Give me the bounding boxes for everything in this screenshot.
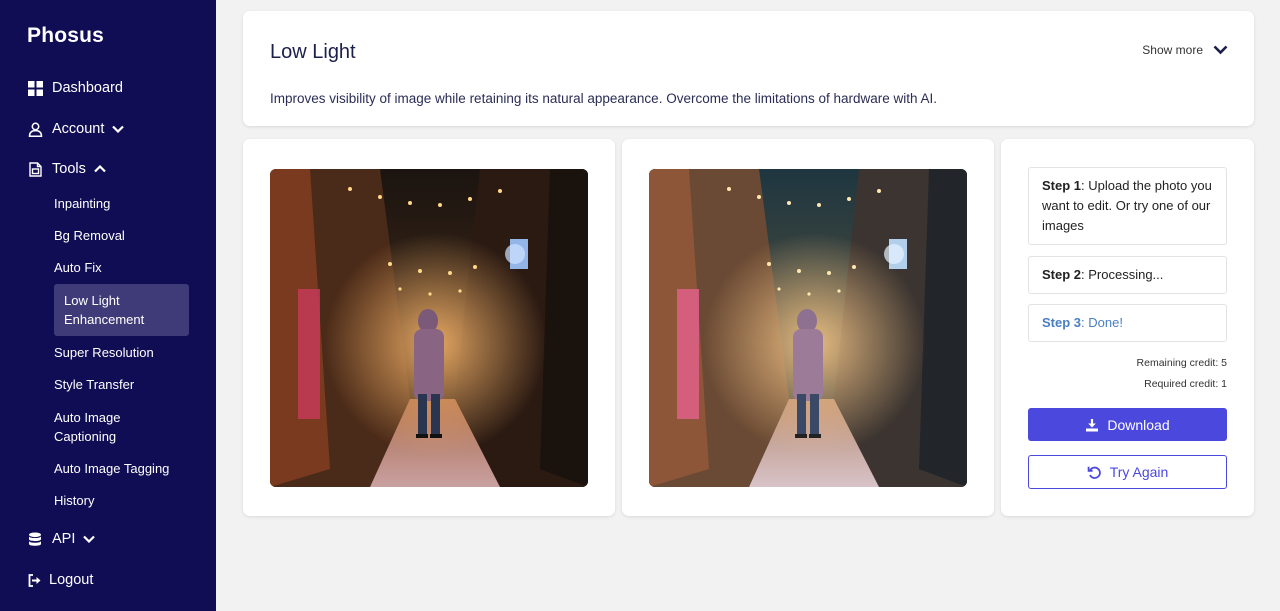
original-image-card	[243, 139, 615, 516]
steps-panel: Step 1: Upload the photo you want to edi…	[1001, 139, 1254, 516]
step-1-label: Step 1	[1042, 178, 1082, 193]
file-icon	[27, 161, 43, 177]
undo-icon	[1087, 465, 1102, 480]
original-image	[270, 169, 588, 487]
page-description: Improves visibility of image while retai…	[270, 91, 938, 106]
sidebar-item-inpainting[interactable]: Inpainting	[54, 194, 110, 213]
chevron-down-icon	[112, 125, 125, 133]
download-icon	[1085, 418, 1099, 432]
show-more-label: Show more	[1142, 43, 1203, 57]
sidebar-item-auto-fix[interactable]: Auto Fix	[54, 258, 102, 277]
step-2: Step 2: Processing...	[1028, 256, 1227, 294]
show-more-button[interactable]: Show more	[1142, 43, 1228, 57]
remaining-credit: Remaining credit: 5	[1136, 357, 1227, 369]
page-title: Low Light	[270, 41, 356, 63]
nav-logout-label: Logout	[49, 572, 94, 588]
sidebar-item-history[interactable]: History	[54, 491, 94, 510]
download-button[interactable]: Download	[1028, 408, 1227, 441]
nav-tools-label: Tools	[52, 161, 86, 177]
sidebar-item-auto-image-tagging[interactable]: Auto Image Tagging	[54, 459, 169, 478]
chevron-up-icon	[94, 165, 106, 173]
nav-dashboard-label: Dashboard	[52, 80, 123, 96]
step-3-label: Step 3	[1042, 315, 1082, 330]
database-icon	[27, 531, 43, 547]
logout-icon	[27, 572, 43, 588]
step-1: Step 1: Upload the photo you want to edi…	[1028, 167, 1227, 245]
sidebar-item-bg-removal[interactable]: Bg Removal	[54, 226, 125, 245]
chevron-down-icon	[1213, 45, 1228, 55]
nav-dashboard[interactable]: Dashboard	[27, 80, 123, 96]
nav-account-label: Account	[52, 121, 105, 137]
nav-tools[interactable]: Tools	[27, 161, 106, 177]
nav-logout[interactable]: Logout	[27, 572, 93, 588]
sidebar-item-low-light-enhancement[interactable]: Low Light Enhancement	[54, 284, 189, 336]
sidebar-item-auto-image-captioning[interactable]: Auto Image Captioning	[54, 408, 164, 446]
logo: Phosus	[27, 24, 105, 47]
step-2-label: Step 2	[1042, 267, 1082, 282]
try-again-label: Try Again	[1109, 464, 1169, 480]
user-icon	[27, 121, 43, 137]
required-credit: Required credit: 1	[1144, 378, 1227, 390]
step-3-text: : Done!	[1081, 315, 1123, 330]
tool-header-card: Low Light Improves visibility of image w…	[243, 11, 1254, 126]
chevron-down-icon	[83, 535, 96, 543]
try-again-button[interactable]: Try Again	[1028, 455, 1227, 489]
nav-api-label: API	[52, 531, 76, 547]
result-image	[649, 169, 967, 487]
step-2-text: : Processing...	[1081, 267, 1164, 282]
nav-api[interactable]: API	[27, 531, 96, 547]
sidebar-item-style-transfer[interactable]: Style Transfer	[54, 375, 134, 394]
step-3: Step 3: Done!	[1028, 304, 1227, 342]
sidebar-item-super-resolution[interactable]: Super Resolution	[54, 343, 154, 362]
sidebar: Phosus Dashboard Account Tools Inpaintin…	[0, 0, 216, 611]
result-image-card	[622, 139, 994, 516]
grid-icon	[27, 80, 43, 96]
download-label: Download	[1107, 416, 1170, 433]
nav-account[interactable]: Account	[27, 121, 125, 137]
